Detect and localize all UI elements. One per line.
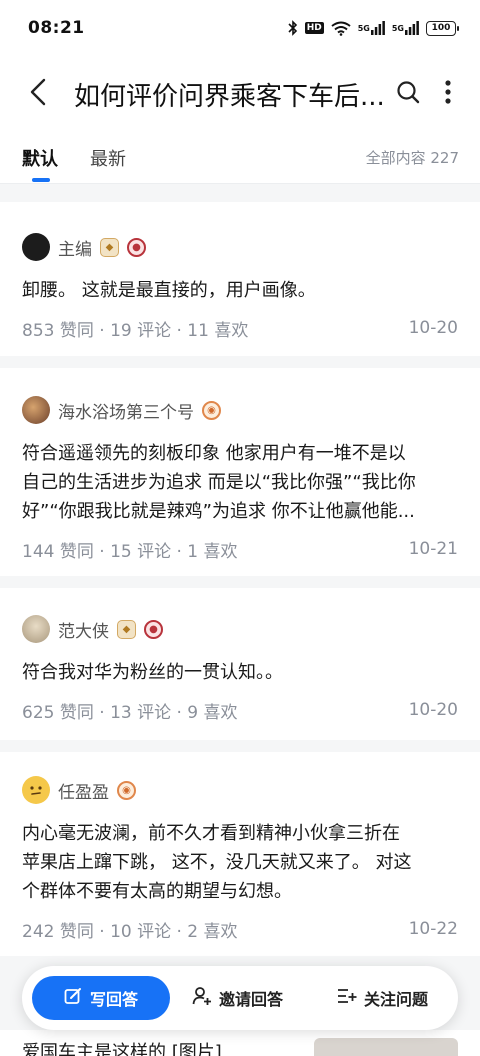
- search-button[interactable]: [388, 64, 428, 124]
- answer-stats: 242 赞同 · 10 评论 · 2 喜欢: [22, 921, 238, 942]
- sort-tabs: 默认 最新 全部内容 227: [0, 132, 480, 184]
- status-time: 08:21: [28, 18, 85, 38]
- answer-date: 10-22: [408, 919, 458, 939]
- answer-meta: 144 赞同 · 15 评论 · 1 喜欢 10-21: [22, 534, 458, 564]
- excerpt-line: 个群体不要有太高的期望与幻想。: [22, 881, 292, 902]
- answer-excerpt: 卸腰。 这就是最直接的，用户画像。: [22, 280, 316, 301]
- back-button[interactable]: [8, 64, 68, 124]
- status-bar: 08:21 HD 5G 5G 100: [0, 0, 480, 56]
- more-button[interactable]: [428, 64, 468, 124]
- avatar[interactable]: [22, 396, 50, 424]
- tab-latest[interactable]: 最新: [90, 132, 126, 184]
- emoji-avatar-icon[interactable]: [22, 776, 50, 804]
- answer-excerpt: 符合遥遥领先的刻板印象 他家用户有一堆不是以 自己的生活进步为追求 而是以“我比…: [22, 439, 458, 526]
- author-row: 任盈盈 ◉: [22, 775, 458, 805]
- edit-icon: [64, 987, 82, 1009]
- excerpt-line: 好”“你跟我比就是辣鸡”为追求 你不让他赢他能...: [22, 501, 415, 522]
- answer-meta: 853 赞同 · 19 评论 · 11 喜欢 10-20: [22, 313, 458, 343]
- search-icon: [396, 80, 420, 108]
- answer-card[interactable]: 海水浴场第三个号 ◉ 符合遥遥领先的刻板印象 他家用户有一堆不是以 自己的生活进…: [0, 368, 480, 576]
- net2-label: 5G: [391, 23, 404, 33]
- answer-meta: 625 赞同 · 13 评论 · 9 喜欢 10-20: [22, 695, 458, 725]
- excerpt-line: 苹果店上蹿下跳， 这不，没几天就又来了。 对这: [22, 852, 412, 873]
- write-answer-label: 写回答: [89, 990, 138, 1009]
- author-name[interactable]: 范大侠: [58, 617, 109, 642]
- red-badge-icon: ●: [127, 237, 146, 257]
- author-row: 范大侠 ◆ ●: [22, 614, 458, 644]
- signal-5g-icon-2: 5G: [392, 21, 419, 35]
- excerpt-line: 自己的生活进步为追求 而是以“我比你强”“我比你: [22, 472, 416, 493]
- status-icons: HD 5G 5G 100: [288, 20, 459, 36]
- answer-meta: 242 赞同 · 10 评论 · 2 喜欢 10-22: [22, 914, 458, 944]
- answer-thumbnail[interactable]: [314, 1038, 458, 1056]
- answer-date: 10-21: [408, 539, 458, 559]
- answer-stats: 144 赞同 · 15 评论 · 1 喜欢: [22, 541, 238, 562]
- answer-card-partial[interactable]: 爱国车主是这样的 [图片]: [0, 1030, 480, 1056]
- hd-icon: HD: [304, 22, 324, 34]
- write-answer-button[interactable]: 写回答: [32, 976, 170, 1020]
- excerpt-line: 符合遥遥领先的刻板印象 他家用户有一堆不是以: [22, 443, 406, 464]
- answer-date: 10-20: [408, 700, 458, 720]
- more-vertical-icon: [444, 79, 452, 109]
- wifi-icon: [331, 21, 351, 36]
- answer-excerpt: 符合我对华为粉丝的一贯认知。。: [22, 662, 283, 683]
- bluetooth-icon: [288, 20, 298, 36]
- avatar[interactable]: [22, 233, 50, 261]
- avatar[interactable]: [22, 615, 50, 643]
- answer-excerpt: 内心毫无波澜，前不久才看到精神小伙拿三折在 苹果店上蹿下跳， 这不，没几天就又来…: [22, 819, 458, 906]
- red-badge-icon: ●: [144, 619, 163, 639]
- answer-date: 10-20: [408, 318, 458, 338]
- author-name[interactable]: 主编: [58, 235, 92, 260]
- gold-badge-icon: ◆: [100, 237, 119, 257]
- answer-card[interactable]: 范大侠 ◆ ● 符合我对华为粉丝的一贯认知。。 625 赞同 · 13 评论 ·…: [0, 588, 480, 740]
- follow-question-label: 关注问题: [363, 990, 428, 1009]
- question-header: 如何评价问界乘客下车后...: [0, 56, 480, 132]
- author-row: 海水浴场第三个号 ◉: [22, 395, 458, 425]
- tab-default-label: 默认: [22, 148, 58, 170]
- follow-list-icon: [337, 987, 357, 1009]
- invite-answer-button[interactable]: 邀请回答: [192, 986, 283, 1010]
- gold-badge-icon: ◆: [117, 619, 136, 639]
- invite-answer-label: 邀请回答: [219, 990, 284, 1009]
- orange-badge-icon: ◉: [202, 400, 221, 420]
- author-name[interactable]: 海水浴场第三个号: [58, 398, 194, 423]
- orange-badge-icon: ◉: [117, 780, 136, 800]
- answer-card[interactable]: 主编 ◆ ● 卸腰。 这就是最直接的，用户画像。 853 赞同 · 19 评论 …: [0, 202, 480, 356]
- answer-stats: 625 赞同 · 13 评论 · 9 喜欢: [22, 702, 238, 723]
- excerpt-line: 内心毫无波澜，前不久才看到精神小伙拿三折在: [22, 823, 400, 844]
- signal-5g-icon-1: 5G: [358, 21, 385, 35]
- page-title[interactable]: 如何评价问界乘客下车后...: [74, 76, 388, 113]
- person-add-icon: [192, 986, 212, 1010]
- follow-question-button[interactable]: 关注问题: [337, 986, 428, 1010]
- tab-latest-label: 最新: [90, 148, 126, 170]
- bottom-action-bar: 写回答 邀请回答 关注问题: [22, 966, 458, 1030]
- back-arrow-icon: [29, 78, 47, 110]
- hd-label: HD: [304, 22, 324, 34]
- author-row: 主编 ◆ ●: [22, 232, 458, 262]
- tab-default[interactable]: 默认: [22, 132, 58, 184]
- tab-active-indicator: [32, 177, 50, 182]
- answer-card[interactable]: 任盈盈 ◉ 内心毫无波澜，前不久才看到精神小伙拿三折在 苹果店上蹿下跳， 这不，…: [0, 752, 480, 956]
- net1-label: 5G: [357, 23, 370, 33]
- answer-stats: 853 赞同 · 19 评论 · 11 喜欢: [22, 320, 249, 341]
- content-count: 全部内容 227: [365, 149, 459, 167]
- author-name[interactable]: 任盈盈: [58, 778, 109, 803]
- battery-level: 100: [431, 23, 451, 33]
- battery-icon: 100: [426, 20, 459, 36]
